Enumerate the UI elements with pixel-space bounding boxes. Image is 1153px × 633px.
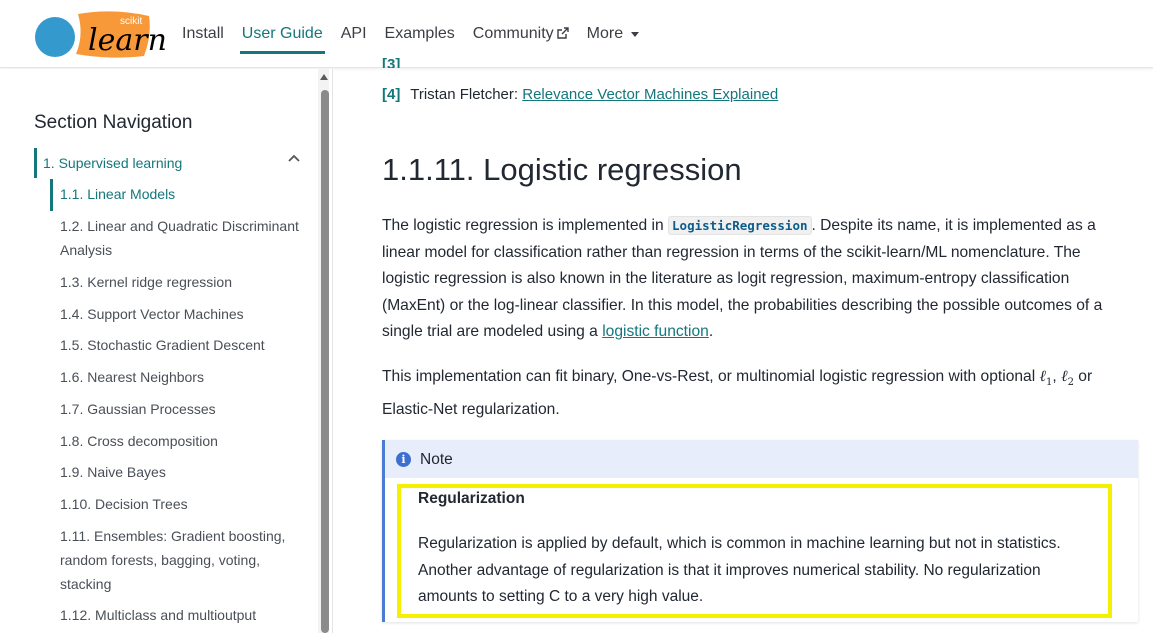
sidebar-item-gaussian-processes[interactable]: 1.7. Gaussian Processes — [60, 397, 300, 421]
paragraph-intro: The logistic regression is implemented i… — [382, 213, 1132, 346]
l2-subscript: 2 — [1067, 377, 1074, 389]
note-header: i Note — [385, 440, 1138, 478]
reference-4-link[interactable]: Relevance Vector Machines Explained — [522, 86, 778, 103]
nav-install[interactable]: Install — [182, 0, 224, 68]
logo-text: learn — [88, 23, 167, 58]
paragraph-reg-text-end: Elastic-Net regularization. — [382, 400, 560, 418]
paragraph-reg-or: or — [1078, 368, 1093, 385]
sidebar-item-nearest-neighbors[interactable]: 1.6. Nearest Neighbors — [60, 365, 300, 389]
nav-community-label: Community — [472, 25, 554, 42]
section-heading: 1.1.11. Logistic regression — [382, 152, 742, 187]
sidebar-item-cross-decomposition[interactable]: 1.8. Cross decomposition — [60, 429, 300, 453]
nav-user-guide[interactable]: User Guide — [239, 0, 325, 68]
sidebar-item-decision-trees[interactable]: 1.10. Decision Trees — [60, 492, 300, 516]
sidebar-item-lda-qda[interactable]: 1.2. Linear and Quadratic Discriminant A… — [60, 214, 300, 262]
l2-math: ℓ2 — [1061, 367, 1074, 389]
nav-menu: Install User Guide API Examples Communit… — [182, 0, 657, 68]
reference-4-author: Tristan Fletcher: — [410, 86, 519, 103]
paragraph-intro-period: . — [708, 323, 714, 340]
sidebar-subitem-active-marker — [50, 179, 53, 211]
note-title: Note — [420, 451, 453, 468]
sidebar-item-ensembles[interactable]: 1.11. Ensembles: Gradient boosting, rand… — [60, 524, 300, 596]
sidebar-item-multiclass[interactable]: 1.12. Multiclass and multioutput — [60, 603, 300, 627]
reference-partial: [3] — [382, 56, 400, 68]
nav-more-dropdown[interactable]: More — [586, 0, 640, 68]
sidebar-item-sgd[interactable]: 1.5. Stochastic Gradient Descent — [60, 333, 300, 357]
paragraph-reg-text-start: This implementation can fit binary, One-… — [382, 368, 1036, 385]
sidebar-item-svm[interactable]: 1.4. Support Vector Machines — [60, 302, 300, 326]
l1-subscript: 1 — [1046, 377, 1053, 389]
sidebar: Section Navigation 1. Supervised learnin… — [0, 69, 333, 633]
reference-4: [4] Tristan Fletcher: Relevance Vector M… — [382, 86, 778, 103]
sidebar-group-supervised-learning[interactable]: 1. Supervised learning — [43, 155, 182, 171]
nav-more-label: More — [586, 25, 624, 42]
scroll-up-arrow-icon[interactable] — [320, 74, 328, 80]
nav-community[interactable]: Community — [473, 0, 569, 68]
scikit-learn-logo[interactable]: scikit learn — [34, 10, 168, 60]
reference-4-number[interactable]: [4] — [382, 86, 400, 103]
nav-api[interactable]: API — [341, 0, 367, 68]
caret-down-icon — [631, 31, 640, 37]
l1-math: ℓ1 — [1040, 367, 1053, 389]
logistic-regression-code-link[interactable]: LogisticRegression — [668, 216, 812, 235]
paragraph-regularization-options: This implementation can fit binary, One-… — [382, 367, 1093, 418]
sidebar-scrollbar-thumb[interactable] — [321, 90, 329, 633]
top-navbar: scikit learn Install User Guide API Exam… — [0, 0, 1153, 68]
sidebar-item-kernel-ridge[interactable]: 1.3. Kernel ridge regression — [60, 270, 300, 294]
logistic-function-link[interactable]: logistic function — [602, 323, 709, 340]
paragraph-intro-text-start: The logistic regression is implemented i… — [382, 217, 664, 234]
paragraph-intro-text-rest: . Despite its name, it is implemented as… — [382, 217, 1103, 340]
sidebar-item-naive-bayes[interactable]: 1.9. Naive Bayes — [60, 460, 300, 484]
sidebar-item-linear-models[interactable]: 1.1. Linear Models — [60, 182, 300, 206]
chevron-up-icon[interactable] — [287, 151, 301, 165]
reference-3-number[interactable]: [3] — [382, 56, 400, 68]
info-icon: i — [396, 452, 411, 467]
note-subtitle: Regularization — [418, 490, 525, 507]
note-body: Regularization is applied by default, wh… — [418, 535, 1061, 605]
section-navigation-title: Section Navigation — [34, 112, 193, 133]
external-link-icon — [556, 26, 569, 42]
